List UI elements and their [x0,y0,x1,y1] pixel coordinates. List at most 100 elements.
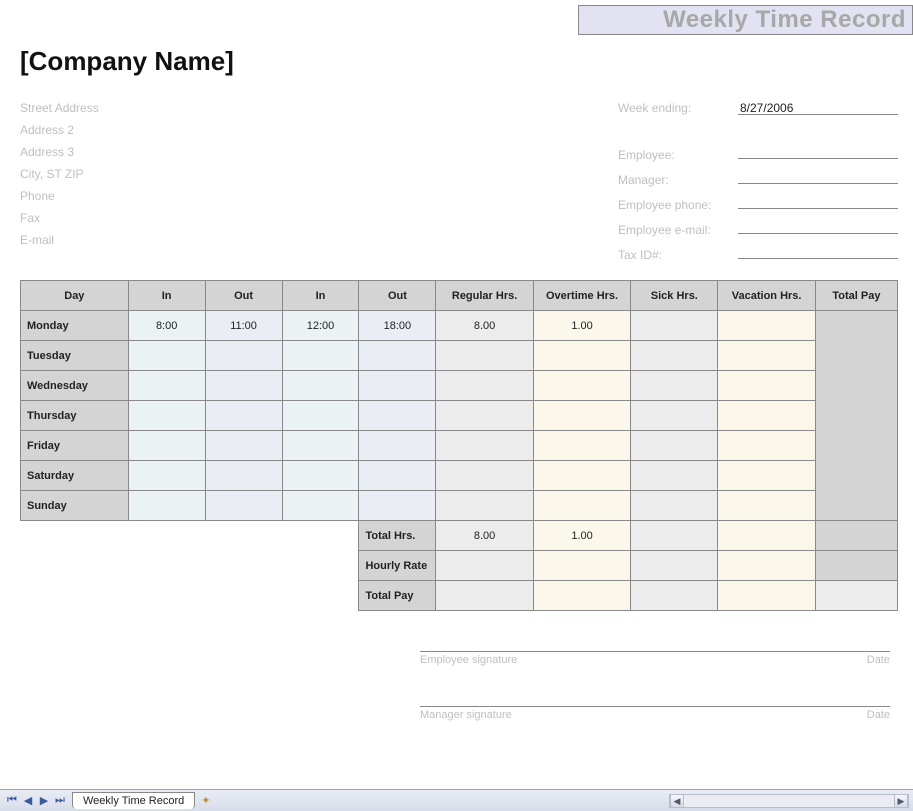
timesheet-table: Day In Out In Out Regular Hrs. Overtime … [20,280,898,611]
day-cell[interactable]: Sunday [21,491,129,521]
out2-cell[interactable] [359,341,436,371]
total-overtime-hrs[interactable]: 1.00 [533,521,630,551]
in2-cell[interactable]: 12:00 [282,311,359,341]
manager-value[interactable] [738,166,898,184]
col-overtime-hrs: Overtime Hrs. [533,281,630,311]
vacation-hrs-cell[interactable] [718,311,815,341]
regular-hrs-cell[interactable] [436,341,533,371]
employee-signature-label: Employee signature [420,654,517,666]
total-pay-overtime[interactable] [533,581,630,611]
overtime-hrs-cell[interactable]: 1.00 [533,311,630,341]
sick-hrs-cell[interactable] [631,341,718,371]
sick-hrs-cell[interactable] [631,491,718,521]
sick-hrs-cell[interactable] [631,461,718,491]
hourly-rate-overtime[interactable] [533,551,630,581]
sheet-tab-weekly-time-record[interactable]: Weekly Time Record [72,792,195,809]
day-cell[interactable]: Thursday [21,401,129,431]
horizontal-scrollbar[interactable]: ◀ ▶ [669,794,909,808]
hourly-rate-sick[interactable] [631,551,718,581]
total-hrs-total-pay[interactable] [815,521,897,551]
sick-hrs-cell[interactable] [631,371,718,401]
overtime-hrs-cell[interactable] [533,491,630,521]
in2-cell[interactable] [282,461,359,491]
sick-hrs-cell[interactable] [631,431,718,461]
total-pay-sick[interactable] [631,581,718,611]
overtime-hrs-cell[interactable] [533,461,630,491]
in2-cell[interactable] [282,401,359,431]
address-line3: Address 3 [20,141,99,163]
sick-hrs-cell[interactable] [631,311,718,341]
out1-cell[interactable] [205,371,282,401]
out2-cell[interactable] [359,371,436,401]
in1-cell[interactable] [128,371,205,401]
summary-total-pay-row: Total Pay [21,581,898,611]
out1-cell[interactable] [205,461,282,491]
employee-phone-value[interactable] [738,191,898,209]
employee-value[interactable] [738,141,898,159]
vacation-hrs-cell[interactable] [718,461,815,491]
day-cell[interactable]: Wednesday [21,371,129,401]
overtime-hrs-cell[interactable] [533,431,630,461]
total-regular-hrs[interactable]: 8.00 [436,521,533,551]
tab-nav-next-icon[interactable]: ▶ [37,794,51,808]
regular-hrs-cell[interactable] [436,401,533,431]
total-vacation-hrs[interactable] [718,521,815,551]
tab-nav-first-icon[interactable]: ⏮ [5,794,19,808]
in1-cell[interactable]: 8:00 [128,311,205,341]
tab-nav-prev-icon[interactable]: ◀ [21,794,35,808]
day-cell[interactable]: Monday [21,311,129,341]
in1-cell[interactable] [128,461,205,491]
hourly-rate-regular[interactable] [436,551,533,581]
regular-hrs-cell[interactable]: 8.00 [436,311,533,341]
in2-cell[interactable] [282,371,359,401]
regular-hrs-cell[interactable] [436,431,533,461]
tab-nav-last-icon[interactable]: ⏭ [53,794,67,808]
day-cell[interactable]: Friday [21,431,129,461]
day-cell[interactable]: Saturday [21,461,129,491]
sick-hrs-cell[interactable] [631,401,718,431]
total-pay-regular[interactable] [436,581,533,611]
in1-cell[interactable] [128,431,205,461]
out2-cell[interactable] [359,461,436,491]
week-ending-value[interactable]: 8/27/2006 [738,97,898,115]
total-pay-merged-cell[interactable] [815,311,897,521]
overtime-hrs-cell[interactable] [533,371,630,401]
out2-cell[interactable]: 18:00 [359,311,436,341]
hourly-rate-total-pay[interactable] [815,551,897,581]
regular-hrs-cell[interactable] [436,461,533,491]
day-cell[interactable]: Tuesday [21,341,129,371]
overtime-hrs-cell[interactable] [533,341,630,371]
regular-hrs-cell[interactable] [436,371,533,401]
out1-cell[interactable] [205,431,282,461]
new-sheet-icon[interactable]: ✦ [201,794,210,807]
in1-cell[interactable] [128,341,205,371]
out1-cell[interactable] [205,401,282,431]
in1-cell[interactable] [128,491,205,521]
vacation-hrs-cell[interactable] [718,401,815,431]
in1-cell[interactable] [128,401,205,431]
overtime-hrs-cell[interactable] [533,401,630,431]
out2-cell[interactable] [359,431,436,461]
total-hrs-label: Total Hrs. [359,521,436,551]
out2-cell[interactable] [359,401,436,431]
hourly-rate-vacation[interactable] [718,551,815,581]
vacation-hrs-cell[interactable] [718,341,815,371]
in2-cell[interactable] [282,491,359,521]
tax-id-value[interactable] [738,241,898,259]
vacation-hrs-cell[interactable] [718,431,815,461]
grand-total-pay[interactable] [815,581,897,611]
out1-cell[interactable] [205,491,282,521]
in2-cell[interactable] [282,341,359,371]
out2-cell[interactable] [359,491,436,521]
employee-email-value[interactable] [738,216,898,234]
in2-cell[interactable] [282,431,359,461]
total-pay-vacation[interactable] [718,581,815,611]
scroll-left-icon[interactable]: ◀ [670,795,684,807]
vacation-hrs-cell[interactable] [718,491,815,521]
total-sick-hrs[interactable] [631,521,718,551]
scroll-right-icon[interactable]: ▶ [894,795,908,807]
regular-hrs-cell[interactable] [436,491,533,521]
out1-cell[interactable]: 11:00 [205,311,282,341]
vacation-hrs-cell[interactable] [718,371,815,401]
out1-cell[interactable] [205,341,282,371]
